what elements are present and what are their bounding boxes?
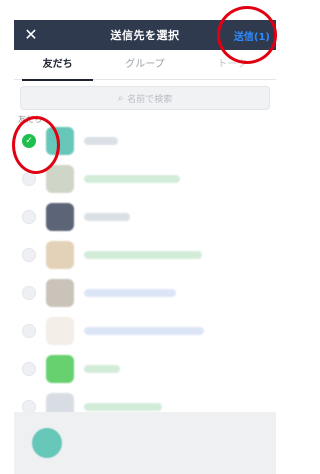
checkbox[interactable]: [22, 248, 36, 262]
checkbox[interactable]: [22, 210, 36, 224]
avatar: [46, 355, 74, 383]
checkbox[interactable]: [22, 286, 36, 300]
tab-groups[interactable]: グループ: [101, 50, 188, 80]
contact-name: [84, 213, 130, 221]
contact-name: [84, 251, 202, 259]
avatar: [46, 241, 74, 269]
list-item[interactable]: [14, 198, 276, 236]
avatar: [46, 165, 74, 193]
search-placeholder: 名前で検索: [127, 94, 173, 105]
close-icon: ✕: [24, 25, 38, 44]
contact-name: [84, 175, 180, 183]
selected-avatar: [32, 428, 62, 458]
list-item[interactable]: [14, 160, 276, 198]
tab-friends[interactable]: 友だち: [14, 50, 101, 81]
list-item[interactable]: [14, 312, 276, 350]
friends-list: ✓: [14, 122, 276, 426]
page-title: 送信先を選択: [110, 29, 180, 42]
close-button[interactable]: ✕: [22, 26, 40, 44]
list-item[interactable]: [14, 350, 276, 388]
search-icon: ⌕: [117, 92, 124, 104]
avatar: [46, 279, 74, 307]
checkbox[interactable]: ✓: [22, 134, 36, 148]
send-button[interactable]: 送信(1): [234, 28, 270, 43]
share-destination-screen: ✕ 送信先を選択 送信(1) 友だち グループ トーク ⌕ 名前で検索 友だち …: [0, 0, 287, 474]
search-input[interactable]: ⌕ 名前で検索: [20, 86, 270, 110]
list-item[interactable]: ✓: [14, 122, 276, 160]
checkmark-icon: ✓: [25, 136, 33, 146]
tab-bar: 友だち グループ トーク: [14, 50, 276, 81]
top-bar: ✕ 送信先を選択 送信(1): [14, 20, 276, 50]
contact-name: [84, 137, 118, 145]
avatar: [46, 203, 74, 231]
list-item[interactable]: [14, 236, 276, 274]
selected-recipients-panel: [14, 412, 276, 474]
contact-name: [84, 403, 162, 411]
checkbox[interactable]: [22, 172, 36, 186]
avatar: [46, 317, 74, 345]
contact-name: [84, 289, 176, 297]
search-area: ⌕ 名前で検索: [14, 82, 276, 114]
contact-name: [84, 327, 204, 335]
checkbox[interactable]: [22, 362, 36, 376]
list-item[interactable]: [14, 274, 276, 312]
contact-name: [84, 365, 120, 373]
checkbox[interactable]: [22, 324, 36, 338]
tab-talks[interactable]: トーク: [189, 50, 276, 80]
avatar: [46, 127, 74, 155]
